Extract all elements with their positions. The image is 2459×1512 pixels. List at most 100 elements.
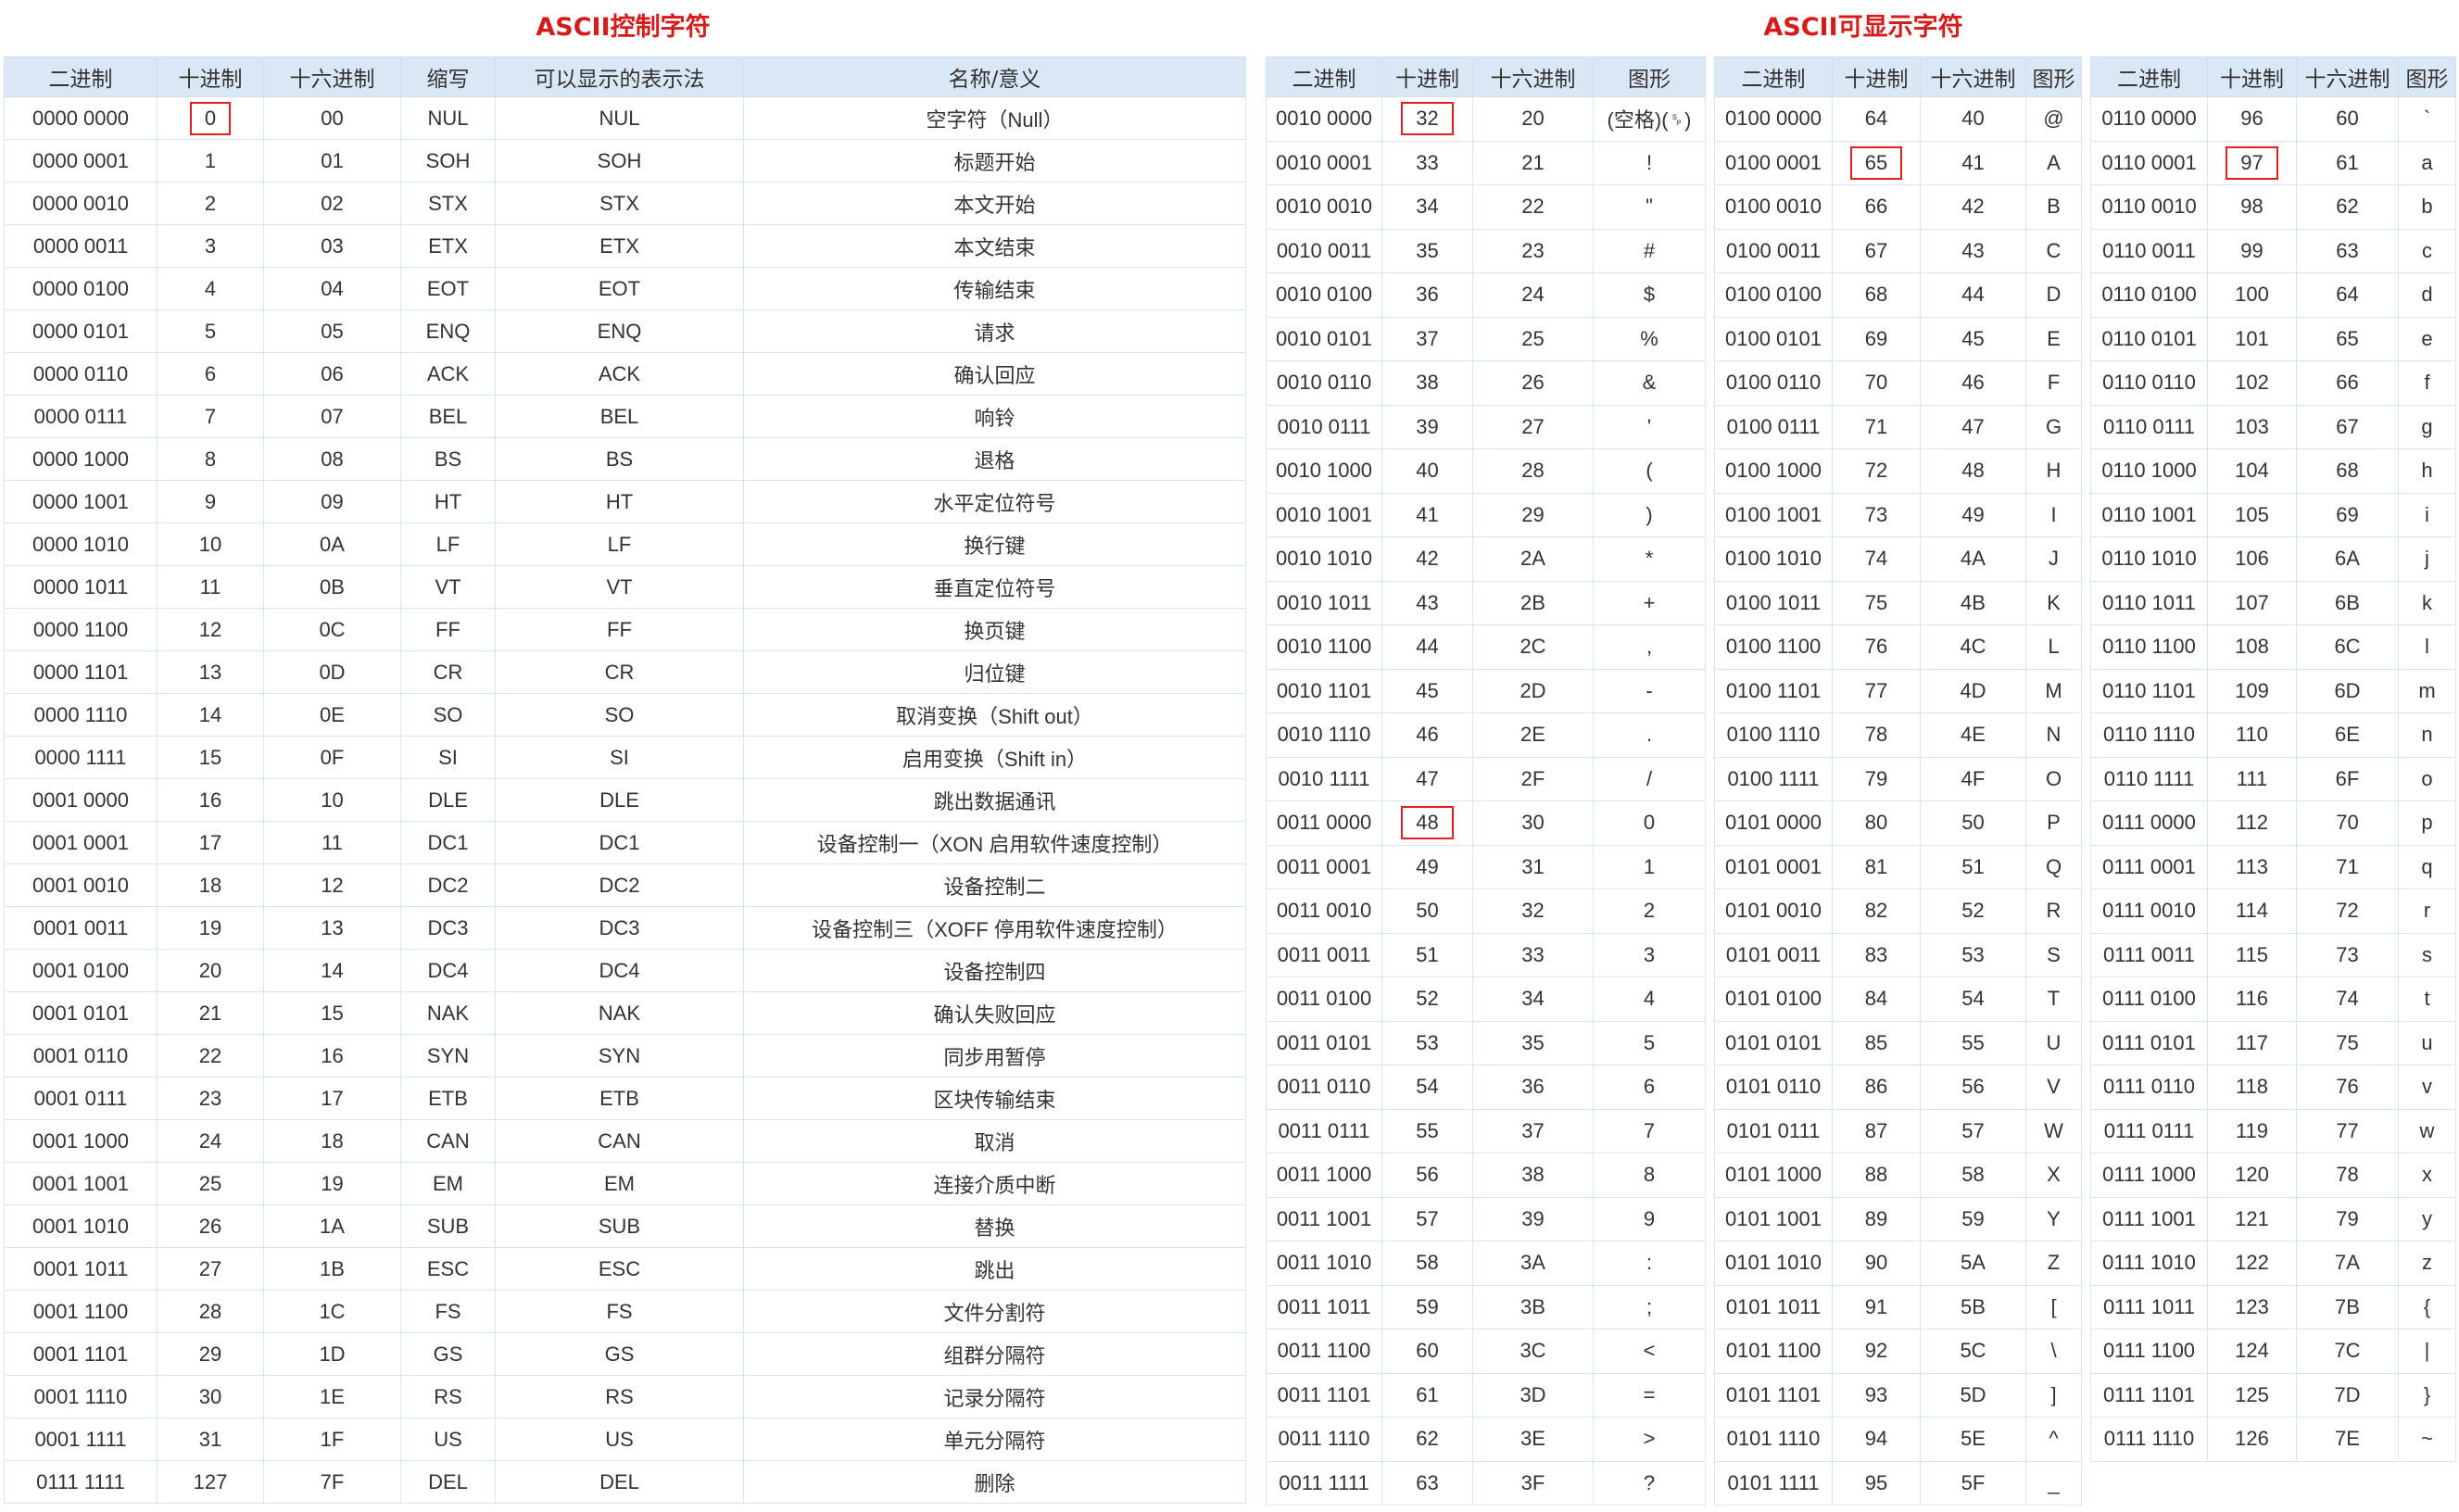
glyph-cell: a	[2398, 140, 2456, 185]
meaning-cell: 设备控制三（XOFF 停用软件速度控制）	[743, 906, 1246, 950]
hex-cell: 00	[263, 96, 401, 140]
hex-cell: 33	[1472, 932, 1594, 977]
glyph-cell: s	[2398, 932, 2456, 977]
abbr-cell: FF	[400, 608, 496, 651]
decimal-cell: 75	[1832, 580, 1921, 625]
table-row: 0101 0111 87 57 W	[1714, 1108, 2082, 1153]
decimal-cell: 98	[2207, 184, 2297, 230]
hex-cell: 03	[263, 224, 401, 268]
glyph-cell: C	[2025, 228, 2082, 273]
abbr-cell: DC4	[400, 949, 496, 992]
table-row: 0010 0100 36 24 $	[1266, 272, 1706, 318]
table-row: 0010 1001 41 29)	[1266, 492, 1706, 537]
binary-cell: 0111 0110	[2090, 1065, 2208, 1110]
table-row: 0110 1010 106 6A j	[2090, 536, 2456, 582]
hex-cell: 1C	[263, 1290, 401, 1333]
decimal-cell: 83	[1832, 932, 1921, 977]
hex-cell: 2F	[1472, 756, 1594, 801]
meaning-cell: 设备控制一（XON 启用软件速度控制）	[743, 821, 1246, 864]
decimal-cell: 94	[1832, 1417, 1921, 1462]
table-row: 0001 1011 27 1B ESC ESC 跳出	[4, 1247, 1246, 1291]
table-row: 0111 0110 118 76 v	[2090, 1065, 2456, 1110]
glyph-cell: l	[2398, 624, 2456, 670]
decimal-cell: 66	[1832, 184, 1921, 230]
hex-cell: 21	[1472, 140, 1594, 185]
hex-cell: 28	[1472, 448, 1594, 494]
binary-cell: 0000 1110	[4, 693, 158, 737]
hex-cell: 20	[1472, 96, 1594, 142]
decimal-cell: 73	[1832, 492, 1921, 537]
decimal-cell: 84	[1832, 976, 1921, 1022]
highlight-box: 65	[1849, 145, 1903, 180]
glyph-cell: 3	[1593, 932, 1706, 977]
column-header: 十进制	[157, 57, 264, 97]
hex-cell: 40	[1920, 96, 2026, 142]
binary-cell: 0010 1101	[1266, 668, 1382, 713]
table-row: 0100 1001 73 49 I	[1714, 492, 2082, 537]
symbol-cell: SUB	[495, 1204, 744, 1248]
binary-cell: 0011 1010	[1266, 1241, 1382, 1286]
hex-cell: 47	[1920, 404, 2026, 449]
table-row: 0000 1100 12 0C FF FF 换页键	[4, 608, 1246, 651]
hex-cell: 1D	[263, 1332, 401, 1376]
hex-cell: 2A	[1472, 536, 1594, 582]
abbr-cell: ACK	[400, 352, 496, 396]
abbr-cell: RS	[400, 1375, 496, 1418]
column-header: 图形	[2025, 57, 2082, 97]
binary-cell: 0001 0001	[4, 821, 158, 864]
decimal-cell: 17	[157, 821, 264, 864]
meaning-cell: 换行键	[743, 523, 1246, 566]
binary-cell: 0111 1110	[2090, 1417, 2208, 1462]
table-row: 0110 1110 110 6E n	[2090, 712, 2456, 758]
table-row: 0011 0000 48 30 0	[1266, 800, 1706, 846]
decimal-cell: 117	[2207, 1020, 2297, 1065]
decimal-cell: 27	[157, 1247, 264, 1291]
meaning-cell: 设备控制二	[743, 863, 1246, 907]
glyph-cell: ;	[1593, 1284, 1706, 1329]
symbol-cell: EM	[495, 1162, 744, 1205]
decimal-cell: 62	[1381, 1417, 1473, 1462]
table-row: 0011 1100 60 3C <	[1266, 1329, 1706, 1374]
decimal-cell: 48	[1381, 800, 1473, 846]
table-row: 0100 0010 66 42 B	[1714, 184, 2082, 230]
meaning-cell: 跳出	[743, 1247, 1246, 1291]
glyph-cell: w	[2398, 1108, 2456, 1153]
binary-cell: 0111 0111	[2090, 1108, 2208, 1153]
decimal-cell: 100	[2207, 272, 2297, 318]
column-header: 十进制	[2207, 57, 2297, 97]
hex-cell: 7B	[2296, 1284, 2399, 1329]
decimal-cell: 5	[157, 309, 264, 353]
glyph-cell: F	[2025, 360, 2082, 406]
abbr-cell: ETX	[400, 224, 496, 268]
symbol-cell: NAK	[495, 991, 744, 1035]
table-row: 0101 1101 93 5D]	[1714, 1372, 2082, 1418]
decimal-cell: 44	[1381, 624, 1473, 670]
table-row: 0101 1100 92 5C \	[1714, 1329, 2082, 1374]
decimal-cell: 68	[1832, 272, 1921, 318]
hex-cell: 4F	[1920, 756, 2026, 801]
table-row: 0001 1010 26 1A SUB SUB 替换	[4, 1204, 1246, 1248]
decimal-cell: 121	[2207, 1196, 2297, 1241]
decimal-cell: 123	[2207, 1284, 2297, 1329]
hex-cell: 35	[1472, 1020, 1594, 1065]
table-row: 0011 0100 52 34 4	[1266, 976, 1706, 1022]
glyph-cell: ?	[1593, 1460, 1706, 1506]
hex-cell: 15	[263, 991, 401, 1035]
hex-cell: 4D	[1920, 668, 2026, 713]
table-row: 0100 0001 65 41 A	[1714, 140, 2082, 185]
hex-cell: 38	[1472, 1153, 1594, 1198]
hex-cell: 1B	[263, 1247, 401, 1291]
glyph-cell: u	[2398, 1020, 2456, 1065]
table-row: 0111 0111 119 77 w	[2090, 1108, 2456, 1153]
binary-cell: 0001 0000	[4, 778, 158, 822]
glyph-cell: X	[2025, 1153, 2082, 1198]
meaning-cell: 文件分割符	[743, 1290, 1246, 1333]
highlight-box: 32	[1401, 102, 1454, 136]
decimal-cell: 36	[1381, 272, 1473, 318]
symbol-cell: BEL	[495, 395, 744, 438]
decimal-cell: 4	[157, 267, 264, 310]
hex-cell: 01	[263, 139, 401, 183]
hex-cell: 76	[2296, 1065, 2399, 1110]
glyph-cell: g	[2398, 404, 2456, 449]
decimal-cell: 120	[2207, 1153, 2297, 1198]
